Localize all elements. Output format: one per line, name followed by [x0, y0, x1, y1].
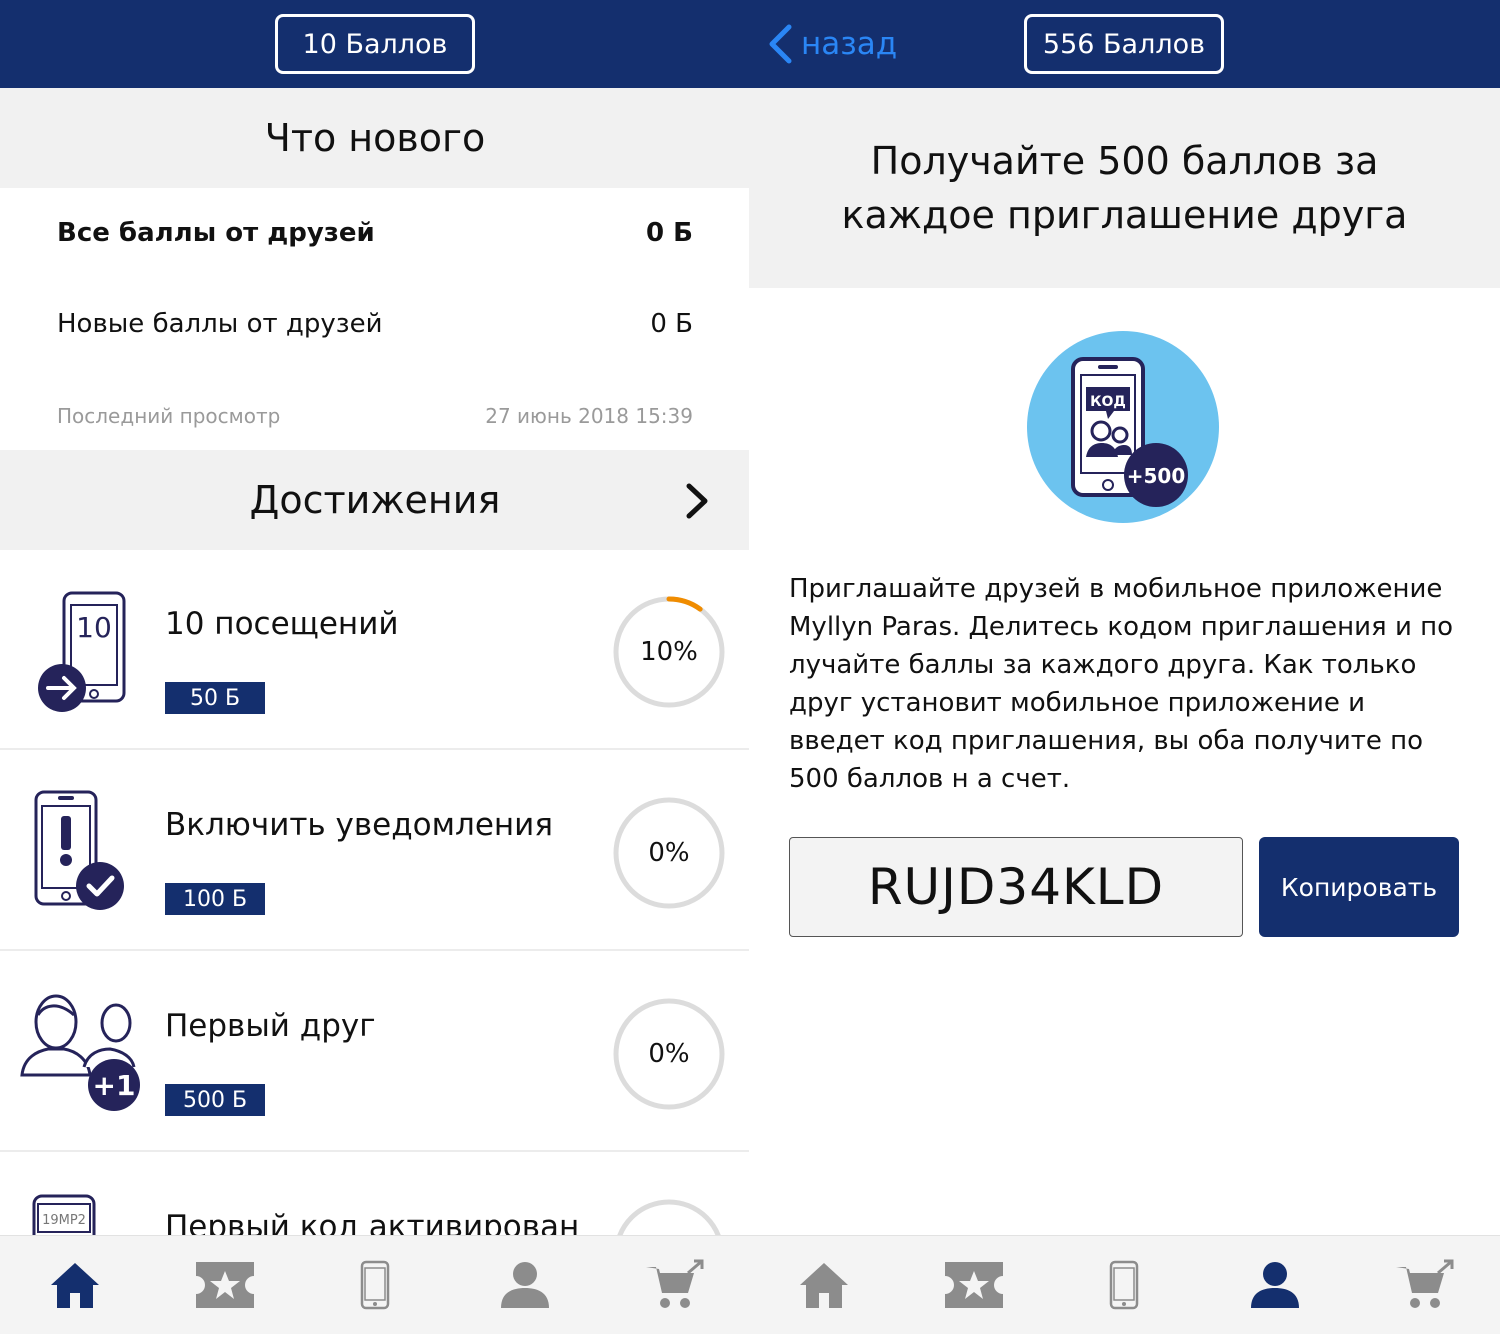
achievement-title: 10 посещений: [165, 606, 399, 642]
bottom-navigation: [0, 1235, 750, 1334]
achievement-reward-badge: 100 Б: [165, 883, 265, 915]
nav-shop[interactable]: [1385, 1245, 1465, 1325]
invite-code-field[interactable]: RUJD34KLD: [789, 837, 1243, 937]
top-bar: 10 Баллов: [0, 0, 750, 88]
chevron-right-icon: [686, 483, 708, 519]
achievement-row[interactable]: +1 Первый друг 500 Б 0%: [0, 952, 750, 1152]
plus-500-text: +500: [1127, 464, 1186, 488]
shop-cart-icon: [646, 1259, 704, 1308]
promo-description: Приглашайте друзей в мобильное приложени…: [789, 574, 1454, 794]
nav-home[interactable]: [35, 1245, 115, 1325]
achievements-title: Достижения: [249, 478, 501, 522]
news-title: Что нового: [264, 116, 486, 160]
back-button[interactable]: назад: [767, 20, 897, 68]
invite-code-illustration: КОД +500: [1027, 331, 1219, 523]
nav-tickets[interactable]: [185, 1245, 265, 1325]
nav-profile[interactable]: [1235, 1245, 1315, 1325]
new-friend-points-value: 0 Б: [650, 309, 693, 339]
friends-plus-one-icon: +1: [20, 994, 140, 1111]
profile-icon: [501, 1262, 549, 1308]
achievement-title: Первый друг: [165, 1008, 376, 1044]
nav-home[interactable]: [784, 1245, 864, 1325]
achievement-title: Включить уведомления: [165, 807, 553, 843]
code-phone-icon: [1110, 1260, 1139, 1310]
all-friend-points-label: Все баллы от друзей: [57, 218, 375, 248]
tickets-star-icon: [945, 1262, 1004, 1308]
home-icon: [51, 1263, 99, 1308]
bottom-navigation: [749, 1235, 1500, 1334]
achievement-reward-badge: 50 Б: [165, 682, 265, 714]
right-screen: назад 556 Баллов Получайте 500 баллов за…: [749, 0, 1500, 1334]
all-friend-points-value: 0 Б: [646, 218, 693, 248]
points-balance-button[interactable]: 556 Баллов: [1024, 14, 1224, 74]
points-balance-button[interactable]: 10 Баллов: [275, 14, 475, 74]
achievement-reward-badge: 500 Б: [165, 1084, 265, 1116]
shop-cart-icon: [1395, 1259, 1454, 1308]
profile-icon: [1250, 1262, 1299, 1308]
achievement-progress-percent: 10%: [640, 637, 698, 667]
visits-count-text: 10: [76, 611, 112, 644]
achievement-progress-percent: 0%: [648, 838, 690, 868]
last-view-value: 27 июнь 2018 15:39: [485, 404, 693, 428]
top-bar: назад 556 Баллов: [749, 0, 1500, 88]
promo-header: Получайте 500 баллов за каждое приглашен…: [749, 88, 1500, 288]
last-view-label: Последний просмотр: [57, 404, 281, 428]
nav-tickets[interactable]: [934, 1245, 1014, 1325]
nav-code[interactable]: [1084, 1245, 1164, 1325]
achievements-header[interactable]: Достижения: [0, 450, 750, 550]
phone-visits-icon: 10: [38, 591, 126, 712]
svg-text:+1: +1: [93, 1069, 136, 1102]
nav-shop[interactable]: [635, 1245, 715, 1325]
left-screen: 10 Баллов Что нового Все баллы от друзей…: [0, 0, 750, 1334]
achievement-row[interactable]: Включить уведомления 100 Б 0%: [0, 751, 750, 951]
new-friend-points-label: Новые баллы от друзей: [57, 309, 383, 339]
chevron-left-icon: [769, 24, 792, 64]
tickets-star-icon: [196, 1262, 254, 1308]
nav-code[interactable]: [335, 1245, 415, 1325]
home-icon: [800, 1263, 849, 1308]
phone-code-label: КОД: [1090, 394, 1126, 410]
back-label: назад: [801, 26, 898, 62]
phone-notification-icon: [34, 790, 124, 910]
news-section-title: Что нового: [0, 88, 750, 188]
promo-title: Получайте 500 баллов за каждое приглашен…: [841, 139, 1408, 237]
code-phone-icon: [360, 1260, 390, 1310]
nav-profile[interactable]: [485, 1245, 565, 1325]
copy-code-button[interactable]: Копировать: [1259, 837, 1459, 937]
code-phone-text: 19MP2: [42, 1213, 86, 1228]
achievement-progress-percent: 0%: [648, 1039, 690, 1069]
achievement-row[interactable]: 10 10 посещений 50 Б 10%: [0, 550, 750, 750]
